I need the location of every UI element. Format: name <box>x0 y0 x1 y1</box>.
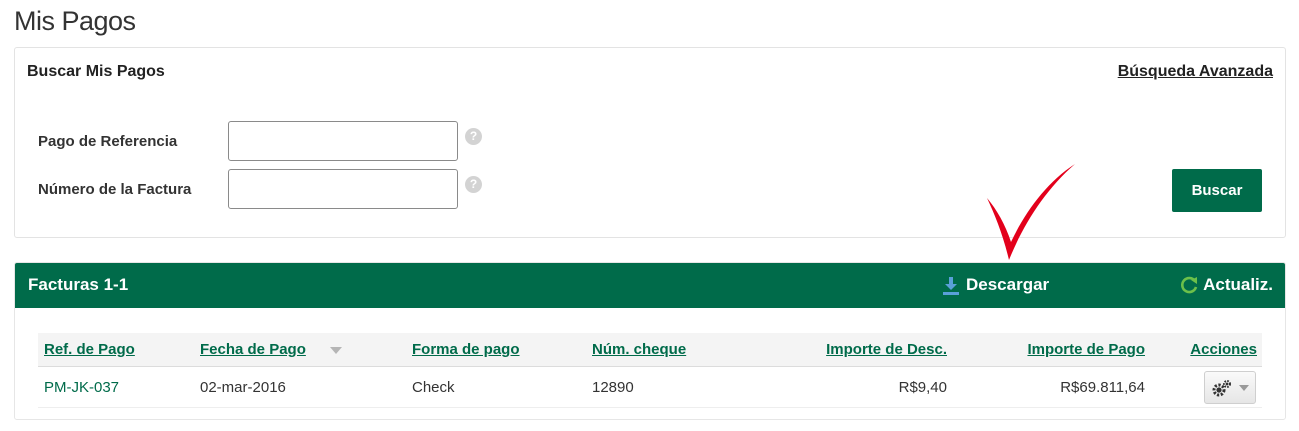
download-button[interactable]: Descargar <box>942 275 1049 295</box>
search-button[interactable]: Buscar <box>1172 169 1262 212</box>
search-panel: Buscar Mis Pagos Búsqueda Avanzada Pago … <box>14 47 1286 238</box>
column-header-discount-amount[interactable]: Importe de Desc. <box>826 341 947 358</box>
sort-descending-icon[interactable] <box>330 347 342 354</box>
payment-reference-label: Pago de Referencia <box>38 133 178 150</box>
payment-date-cell: 02-mar-2016 <box>200 379 286 396</box>
download-icon <box>943 276 959 295</box>
chevron-down-icon <box>1239 384 1249 391</box>
help-icon[interactable]: ? <box>465 176 482 193</box>
page-title: Mis Pagos <box>14 6 136 36</box>
invoice-number-label: Número de la Factura <box>38 181 192 198</box>
column-header-payment-method[interactable]: Forma de pago <box>412 341 520 358</box>
payment-reference-input[interactable] <box>228 121 458 161</box>
column-header-actions[interactable]: Acciones <box>1190 341 1257 358</box>
refresh-icon <box>1181 276 1198 294</box>
refresh-label: Actualiz. <box>1203 275 1273 294</box>
column-header-payment-ref[interactable]: Ref. de Pago <box>44 341 135 358</box>
payment-amount-cell: R$69.811,64 <box>1060 379 1145 396</box>
help-icon[interactable]: ? <box>465 128 482 145</box>
check-number-cell: 12890 <box>592 379 634 396</box>
payment-ref-link[interactable]: PM-JK-037 <box>44 379 119 396</box>
row-actions-button[interactable] <box>1204 371 1256 404</box>
table-row: PM-JK-037 02-mar-2016 Check 12890 R$9,40… <box>38 368 1262 408</box>
advanced-search-link[interactable]: Búsqueda Avanzada <box>1118 63 1273 81</box>
invoices-panel-header: Facturas 1-1 Descargar Actualiz. <box>15 263 1285 308</box>
invoices-panel: Facturas 1-1 Descargar Actualiz. Ref. de… <box>14 262 1286 420</box>
column-header-payment-amount[interactable]: Importe de Pago <box>1027 341 1145 358</box>
discount-amount-cell: R$9,40 <box>898 379 947 396</box>
search-panel-title: Buscar Mis Pagos <box>27 63 165 80</box>
column-header-check-number[interactable]: Núm. cheque <box>592 341 686 358</box>
download-label: Descargar <box>966 275 1050 294</box>
refresh-button[interactable]: Actualiz. <box>1179 275 1273 295</box>
column-header-payment-date[interactable]: Fecha de Pago <box>200 341 306 358</box>
gear-icon <box>1212 379 1231 396</box>
invoice-number-input[interactable] <box>228 169 458 209</box>
table-header: Ref. de Pago Fecha de Pago Forma de pago… <box>38 333 1262 367</box>
invoices-count-title: Facturas 1-1 <box>28 275 129 294</box>
payment-method-cell: Check <box>412 379 455 396</box>
